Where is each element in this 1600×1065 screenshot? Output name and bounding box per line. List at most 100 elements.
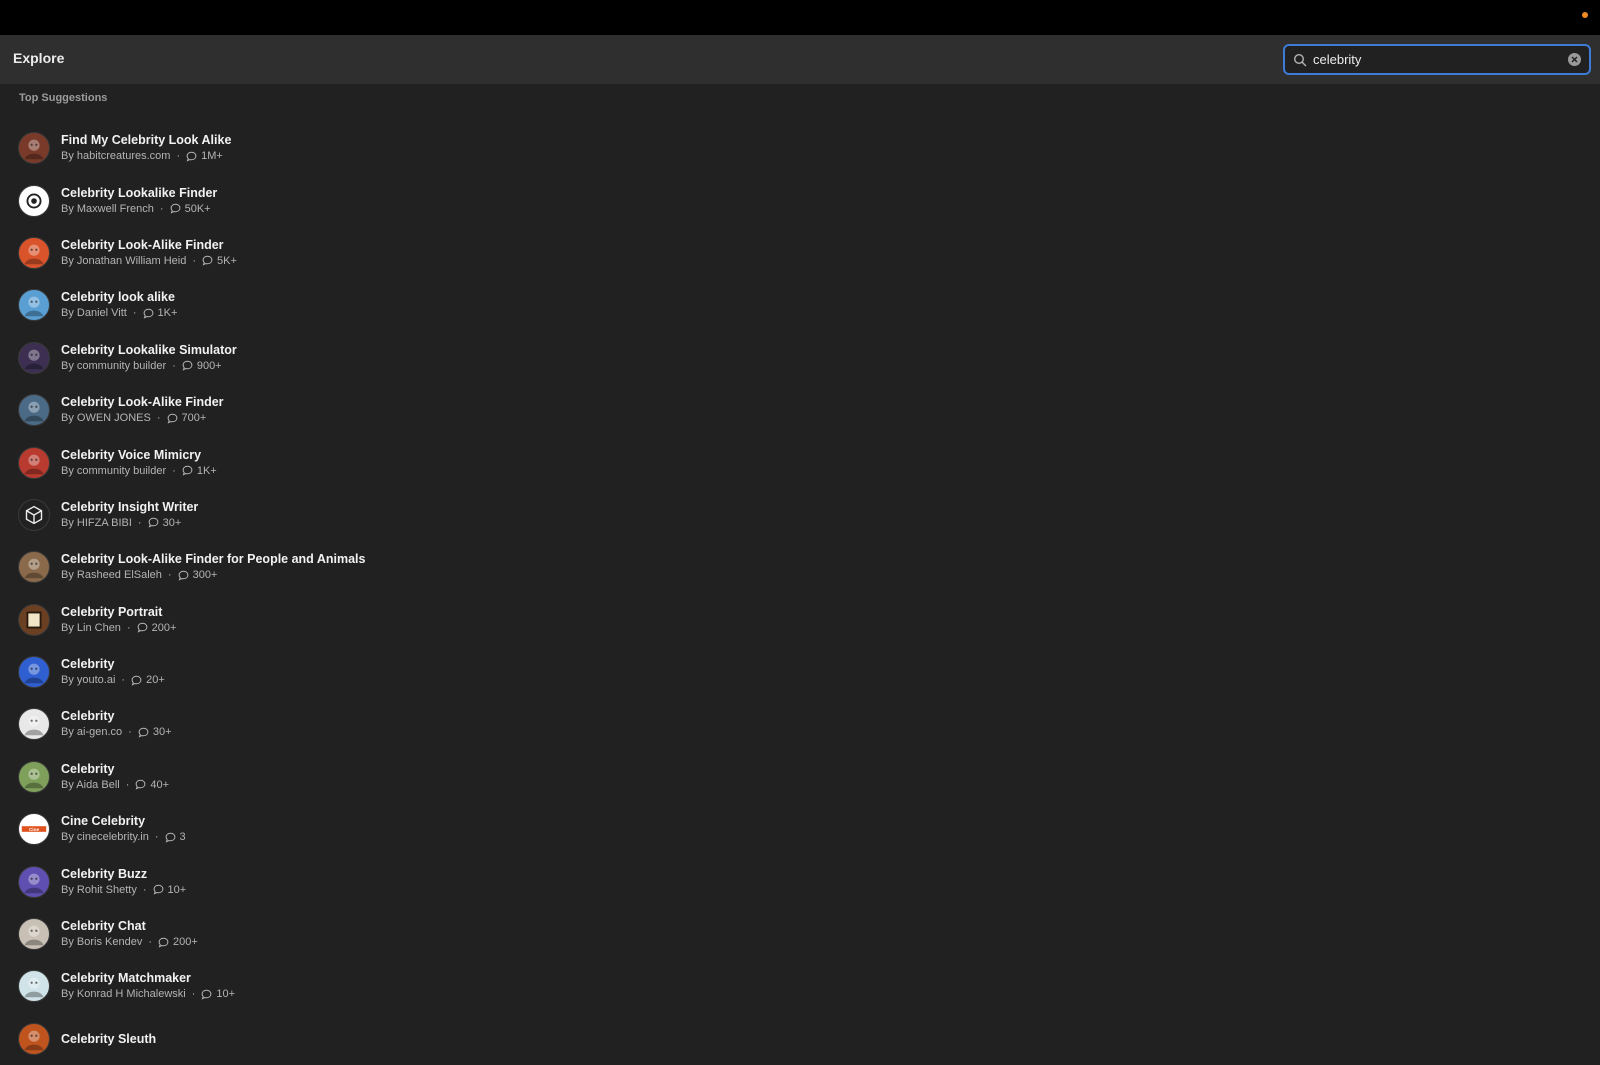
item-author: By youto.ai	[61, 674, 116, 687]
item-meta: By ai-gen.co · 30+	[61, 724, 172, 740]
conversation-count: 1M+	[201, 150, 223, 163]
list-item[interactable]: Celebrity Lookalike Simulator By communit…	[18, 332, 718, 384]
camera-lens-icon	[26, 193, 42, 209]
list-item[interactable]: Celebrity By Aida Bell · 40+	[18, 751, 718, 803]
list-item[interactable]: Cine Cine Celebrity By cinecelebrity.in · 3	[18, 803, 718, 855]
list-item[interactable]: Celebrity Lookalike Finder By Maxwell Fre…	[18, 174, 718, 226]
chat-bubble-icon	[137, 622, 148, 633]
item-text: Celebrity Lookalike Simulator By communit…	[61, 342, 237, 374]
chat-bubble-icon	[153, 884, 163, 895]
chat-bubble-icon	[135, 780, 146, 790]
list-item[interactable]: Celebrity By youto.ai · 20+	[18, 646, 718, 698]
list-item[interactable]: Celebrity Portrait By Lin Chen · 200+	[18, 594, 718, 646]
chat-bubble-icon	[201, 989, 212, 1000]
conversation-count: 1K+	[196, 464, 217, 477]
item-text: Celebrity By youto.ai · 20+	[61, 656, 165, 688]
avatar	[18, 918, 50, 951]
list-item[interactable]: Celebrity Look-Alike Finder By OWEN JONES…	[18, 384, 718, 436]
item-text: Celebrity By Aida Bell · 40+	[61, 761, 169, 793]
chat-bubble-icon	[202, 256, 213, 267]
separator: ·	[148, 936, 152, 949]
chat-bubble-icon	[182, 465, 193, 476]
item-meta: By youto.ai · 20+	[61, 672, 165, 688]
item-author: By Maxwell French	[61, 202, 154, 215]
clear-search-button[interactable]	[1568, 53, 1581, 66]
item-author: By OWEN JONES	[61, 412, 151, 425]
item-meta: By Jonathan William Heid · 5K+	[61, 253, 237, 269]
list-item[interactable]: Celebrity By ai-gen.co · 30+	[18, 698, 718, 750]
item-name: Celebrity Buzz	[61, 866, 148, 881]
list-item[interactable]: Celebrity Sleuth	[18, 1013, 718, 1065]
list-item[interactable]: Celebrity Look-Alike Finder for People a…	[18, 541, 718, 593]
colorful-face-icon	[24, 244, 44, 265]
item-name: Celebrity Matchmaker	[61, 971, 191, 986]
item-text: Celebrity Voice Mimicry By community buil…	[61, 447, 217, 479]
item-meta: By Aida Bell · 40+	[61, 777, 169, 793]
search-input[interactable]	[1313, 46, 1568, 73]
separator: ·	[191, 988, 196, 1001]
robot-face-icon	[24, 296, 44, 317]
list-item[interactable]: Find My Celebrity Look Alike By habitcrea…	[18, 122, 718, 174]
list-item[interactable]: Celebrity Insight Writer By HIFZA BIBI · 30…	[18, 489, 718, 541]
conversation-count: 50K+	[184, 202, 211, 215]
list-item[interactable]: Celebrity Matchmaker By Konrad H Michalew…	[18, 960, 718, 1012]
chat-bubble-icon	[165, 832, 175, 843]
chat-bubble-icon	[167, 413, 177, 424]
item-name: Celebrity look alike	[61, 290, 175, 305]
separator: ·	[125, 778, 130, 791]
conversation-count: 30+	[152, 726, 172, 739]
item-name: Find My Celebrity Look Alike	[61, 133, 232, 148]
crowd-icon	[24, 558, 44, 579]
item-text: Celebrity Look-Alike Finder for People a…	[61, 551, 365, 583]
separator: ·	[156, 412, 161, 425]
explore-header: Explore	[0, 35, 1600, 84]
item-name: Celebrity Look-Alike Finder	[61, 237, 224, 252]
item-text: Celebrity Portrait By Lin Chen · 200+	[61, 604, 176, 636]
conversation-count: 900+	[196, 359, 222, 372]
item-text: Cine Celebrity By cinecelebrity.in · 3	[61, 813, 186, 845]
list-item[interactable]: Celebrity Buzz By Rohit Shetty · 10+	[18, 855, 718, 907]
item-author: By Lin Chen	[61, 621, 121, 634]
avatar	[18, 603, 50, 636]
item-text: Celebrity Insight Writer By HIFZA BIBI · 30…	[61, 499, 198, 531]
avatar	[18, 551, 50, 584]
item-name: Celebrity	[61, 657, 115, 672]
item-name: Celebrity Voice Mimicry	[61, 447, 202, 462]
avatar	[18, 1022, 50, 1055]
separator: ·	[121, 674, 126, 687]
list-item[interactable]: Celebrity Voice Mimicry By community buil…	[18, 436, 718, 488]
avatar	[18, 760, 50, 793]
item-name: Celebrity	[61, 761, 115, 776]
separator: ·	[128, 726, 132, 739]
cine-logo-icon: Cine	[21, 826, 47, 832]
mosaic-icon	[24, 873, 44, 893]
avatar	[18, 184, 50, 217]
conversation-count: 200+	[151, 621, 177, 634]
top-bar	[0, 0, 1600, 35]
item-author: By Rasheed ElSaleh	[61, 569, 162, 582]
emblem-icon	[24, 978, 44, 998]
item-name: Celebrity	[61, 709, 115, 724]
frame-icon	[26, 611, 42, 629]
globe-face-icon	[24, 663, 44, 684]
separator: ·	[192, 254, 197, 267]
list-item[interactable]: Celebrity Look-Alike Finder By Jonathan W…	[18, 227, 718, 279]
chat-bubble-icon	[138, 727, 149, 738]
item-name: Celebrity Lookalike Simulator	[61, 342, 237, 357]
cube-icon	[25, 505, 43, 525]
conversation-count: 10+	[167, 883, 187, 896]
item-meta: By Konrad H Michalewski · 10+	[61, 986, 235, 1002]
item-meta: By OWEN JONES · 700+	[61, 410, 224, 426]
item-meta: By Maxwell French · 50K+	[61, 201, 217, 217]
avatar	[18, 498, 50, 531]
item-text: Celebrity By ai-gen.co · 30+	[61, 708, 172, 740]
item-meta: By cinecelebrity.in · 3	[61, 829, 186, 845]
chat-bubble-icon	[178, 570, 188, 581]
list-item[interactable]: Celebrity Chat By Boris Kendev · 200+	[18, 908, 718, 960]
item-name: Cine Celebrity	[61, 814, 146, 829]
chat-bubble-icon	[148, 518, 158, 528]
search-box[interactable]	[1283, 44, 1591, 75]
item-author: By habitcreatures.com	[61, 150, 171, 163]
item-meta: By Rasheed ElSaleh · 300+	[61, 567, 365, 583]
list-item[interactable]: Celebrity look alike By Daniel Vitt · 1K+	[18, 279, 718, 331]
